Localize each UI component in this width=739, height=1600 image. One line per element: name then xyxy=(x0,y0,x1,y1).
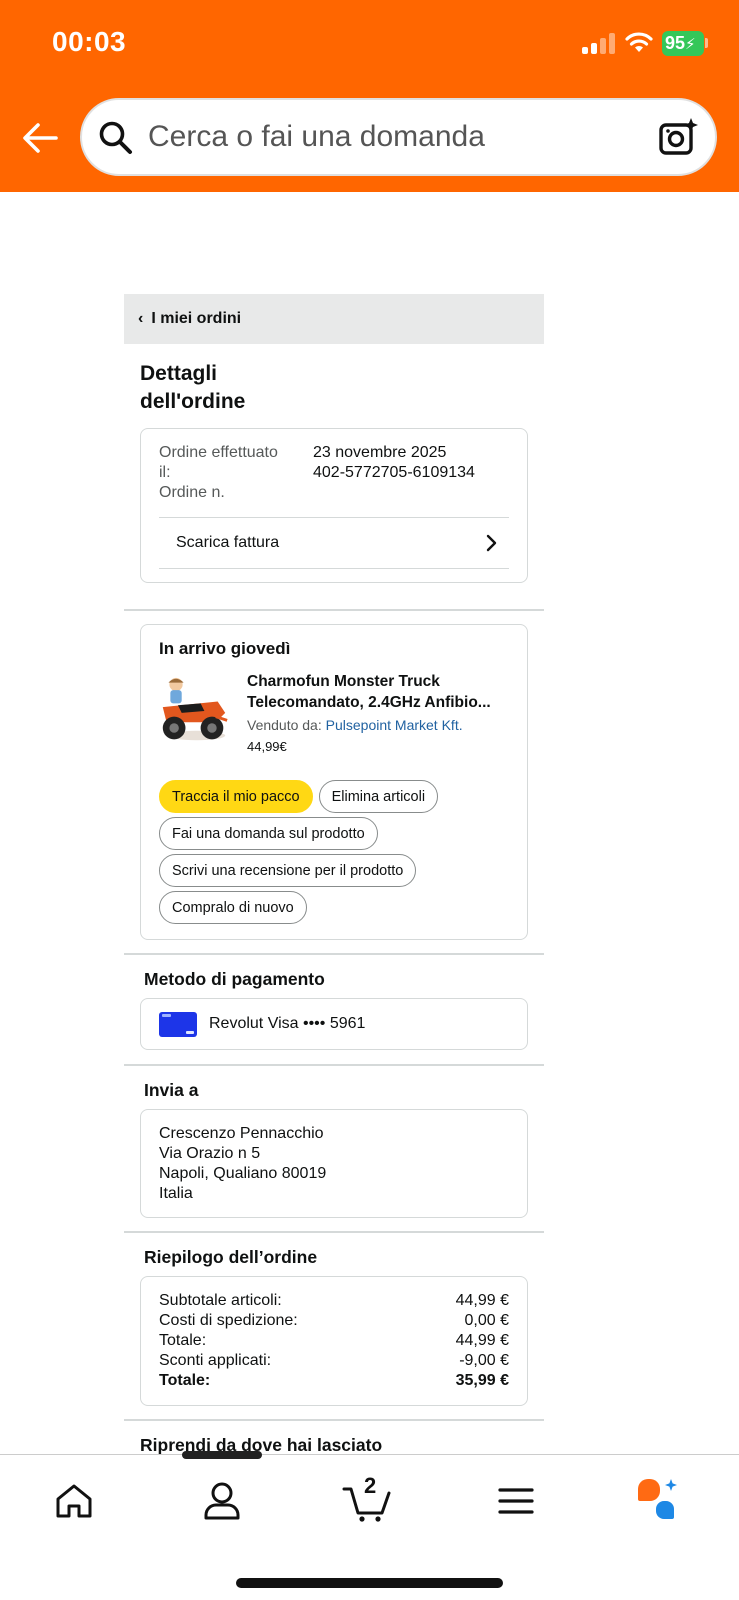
search-bar[interactable] xyxy=(80,98,717,176)
account-icon[interactable] xyxy=(200,1479,244,1523)
rufus-assistant-icon[interactable] xyxy=(636,1479,680,1523)
payment-title: Metodo di pagamento xyxy=(144,969,325,989)
product-name-line2[interactable]: Telecomandato, 2.4GHz Anfibio... xyxy=(247,692,509,713)
search-icon xyxy=(99,121,132,154)
summary-row: Subtotale articoli: 44,99 € xyxy=(159,1292,509,1309)
product-name-line1[interactable]: Charmofun Monster Truck xyxy=(247,671,509,692)
write-review-button[interactable]: Scrivi una recensione per il prodotto xyxy=(159,854,417,887)
download-invoice-link[interactable]: Scarica fattura xyxy=(159,517,509,569)
product-row[interactable]: Charmofun Monster Truck Telecomandato, 2… xyxy=(159,671,509,754)
search-input[interactable] xyxy=(148,100,628,174)
back-arrow-icon[interactable] xyxy=(20,118,60,158)
product-price: 44,99€ xyxy=(247,739,287,754)
order-labels: Ordine effettuato il: Ordine n. xyxy=(159,444,278,501)
camera-sparkle-icon[interactable] xyxy=(658,116,700,158)
buy-again-button[interactable]: Compralo di nuovo xyxy=(159,891,307,924)
order-number: 402-5772705-6109134 xyxy=(313,464,475,481)
chevron-right-icon xyxy=(486,534,497,552)
summary-row: Totale: 44,99 € xyxy=(159,1332,509,1349)
shipping-title: Invia a xyxy=(144,1080,199,1100)
signal-icon xyxy=(582,32,616,54)
address-street: Via Orazio n 5 xyxy=(159,1145,261,1162)
menu-icon[interactable] xyxy=(494,1479,538,1523)
battery-tip xyxy=(705,38,708,48)
address-city: Napoli, Qualiano 80019 xyxy=(159,1165,327,1182)
page-title: Dettagli dell'ordine xyxy=(140,362,246,413)
divider xyxy=(124,609,544,611)
battery-indicator: 95⚡ xyxy=(662,31,704,56)
address-country: Italia xyxy=(159,1185,193,1202)
summary-title: Riepilogo dell’ordine xyxy=(144,1247,318,1267)
credit-card-icon xyxy=(159,1011,197,1037)
payment-method-card: Revolut Visa •••• 5961 xyxy=(140,998,528,1050)
seller-link[interactable]: Pulsepoint Market Kft. xyxy=(326,717,463,733)
order-actions: Traccia il mio pacco Elimina articoli Fa… xyxy=(159,780,529,924)
track-package-button[interactable]: Traccia il mio pacco xyxy=(159,780,313,813)
recipient-name: Crescenzo Pennacchio xyxy=(159,1125,324,1142)
cart-button[interactable]: 2 xyxy=(342,1473,394,1523)
order-summary-card: Subtotale articoli: 44,99 € Costi di sped… xyxy=(140,1276,528,1406)
delete-items-button[interactable]: Elimina articoli xyxy=(318,780,439,813)
breadcrumb-label: I miei ordini xyxy=(151,310,242,327)
order-info-card: Ordine effettuato il: Ordine n. 23 novem… xyxy=(140,428,528,583)
delivery-status: In arrivo giovedì xyxy=(159,639,291,658)
payment-method: Revolut Visa •••• 5961 xyxy=(209,1015,366,1032)
order-date: 23 novembre 2025 xyxy=(313,444,447,461)
summary-row: Sconti applicati: -9,00 € xyxy=(159,1352,509,1369)
summary-total-row: Totale: 35,99 € xyxy=(159,1372,509,1389)
top-bar: 00:03 95⚡ xyxy=(0,0,739,192)
status-time: 00:03 xyxy=(52,26,127,57)
home-indicator xyxy=(236,1578,503,1588)
ask-question-button[interactable]: Fai una domanda sul prodotto xyxy=(159,817,378,850)
invoice-label: Scarica fattura xyxy=(176,534,280,551)
order-values: 23 novembre 2025 402-5772705-6109134 xyxy=(313,443,475,503)
shipment-card: In arrivo giovedì Charmofun Monster Truc… xyxy=(140,624,528,940)
wifi-icon xyxy=(625,32,653,52)
product-image[interactable] xyxy=(159,671,229,749)
sheet-handle[interactable] xyxy=(182,1451,262,1459)
order-details-page: ‹ I miei ordini Dettagli dell'ordine Ord… xyxy=(124,294,544,1470)
shipping-address-card: Crescenzo Pennacchio Via Orazio n 5 Napo… xyxy=(140,1109,528,1218)
chevron-left-icon: ‹ xyxy=(138,310,144,327)
cart-count: 2 xyxy=(364,1473,377,1498)
summary-row: Costi di spedizione: 0,00 € xyxy=(159,1312,509,1329)
home-icon[interactable] xyxy=(52,1479,96,1523)
breadcrumb[interactable]: ‹ I miei ordini xyxy=(124,294,544,344)
seller-info: Venduto da: Pulsepoint Market Kft. xyxy=(247,717,463,733)
